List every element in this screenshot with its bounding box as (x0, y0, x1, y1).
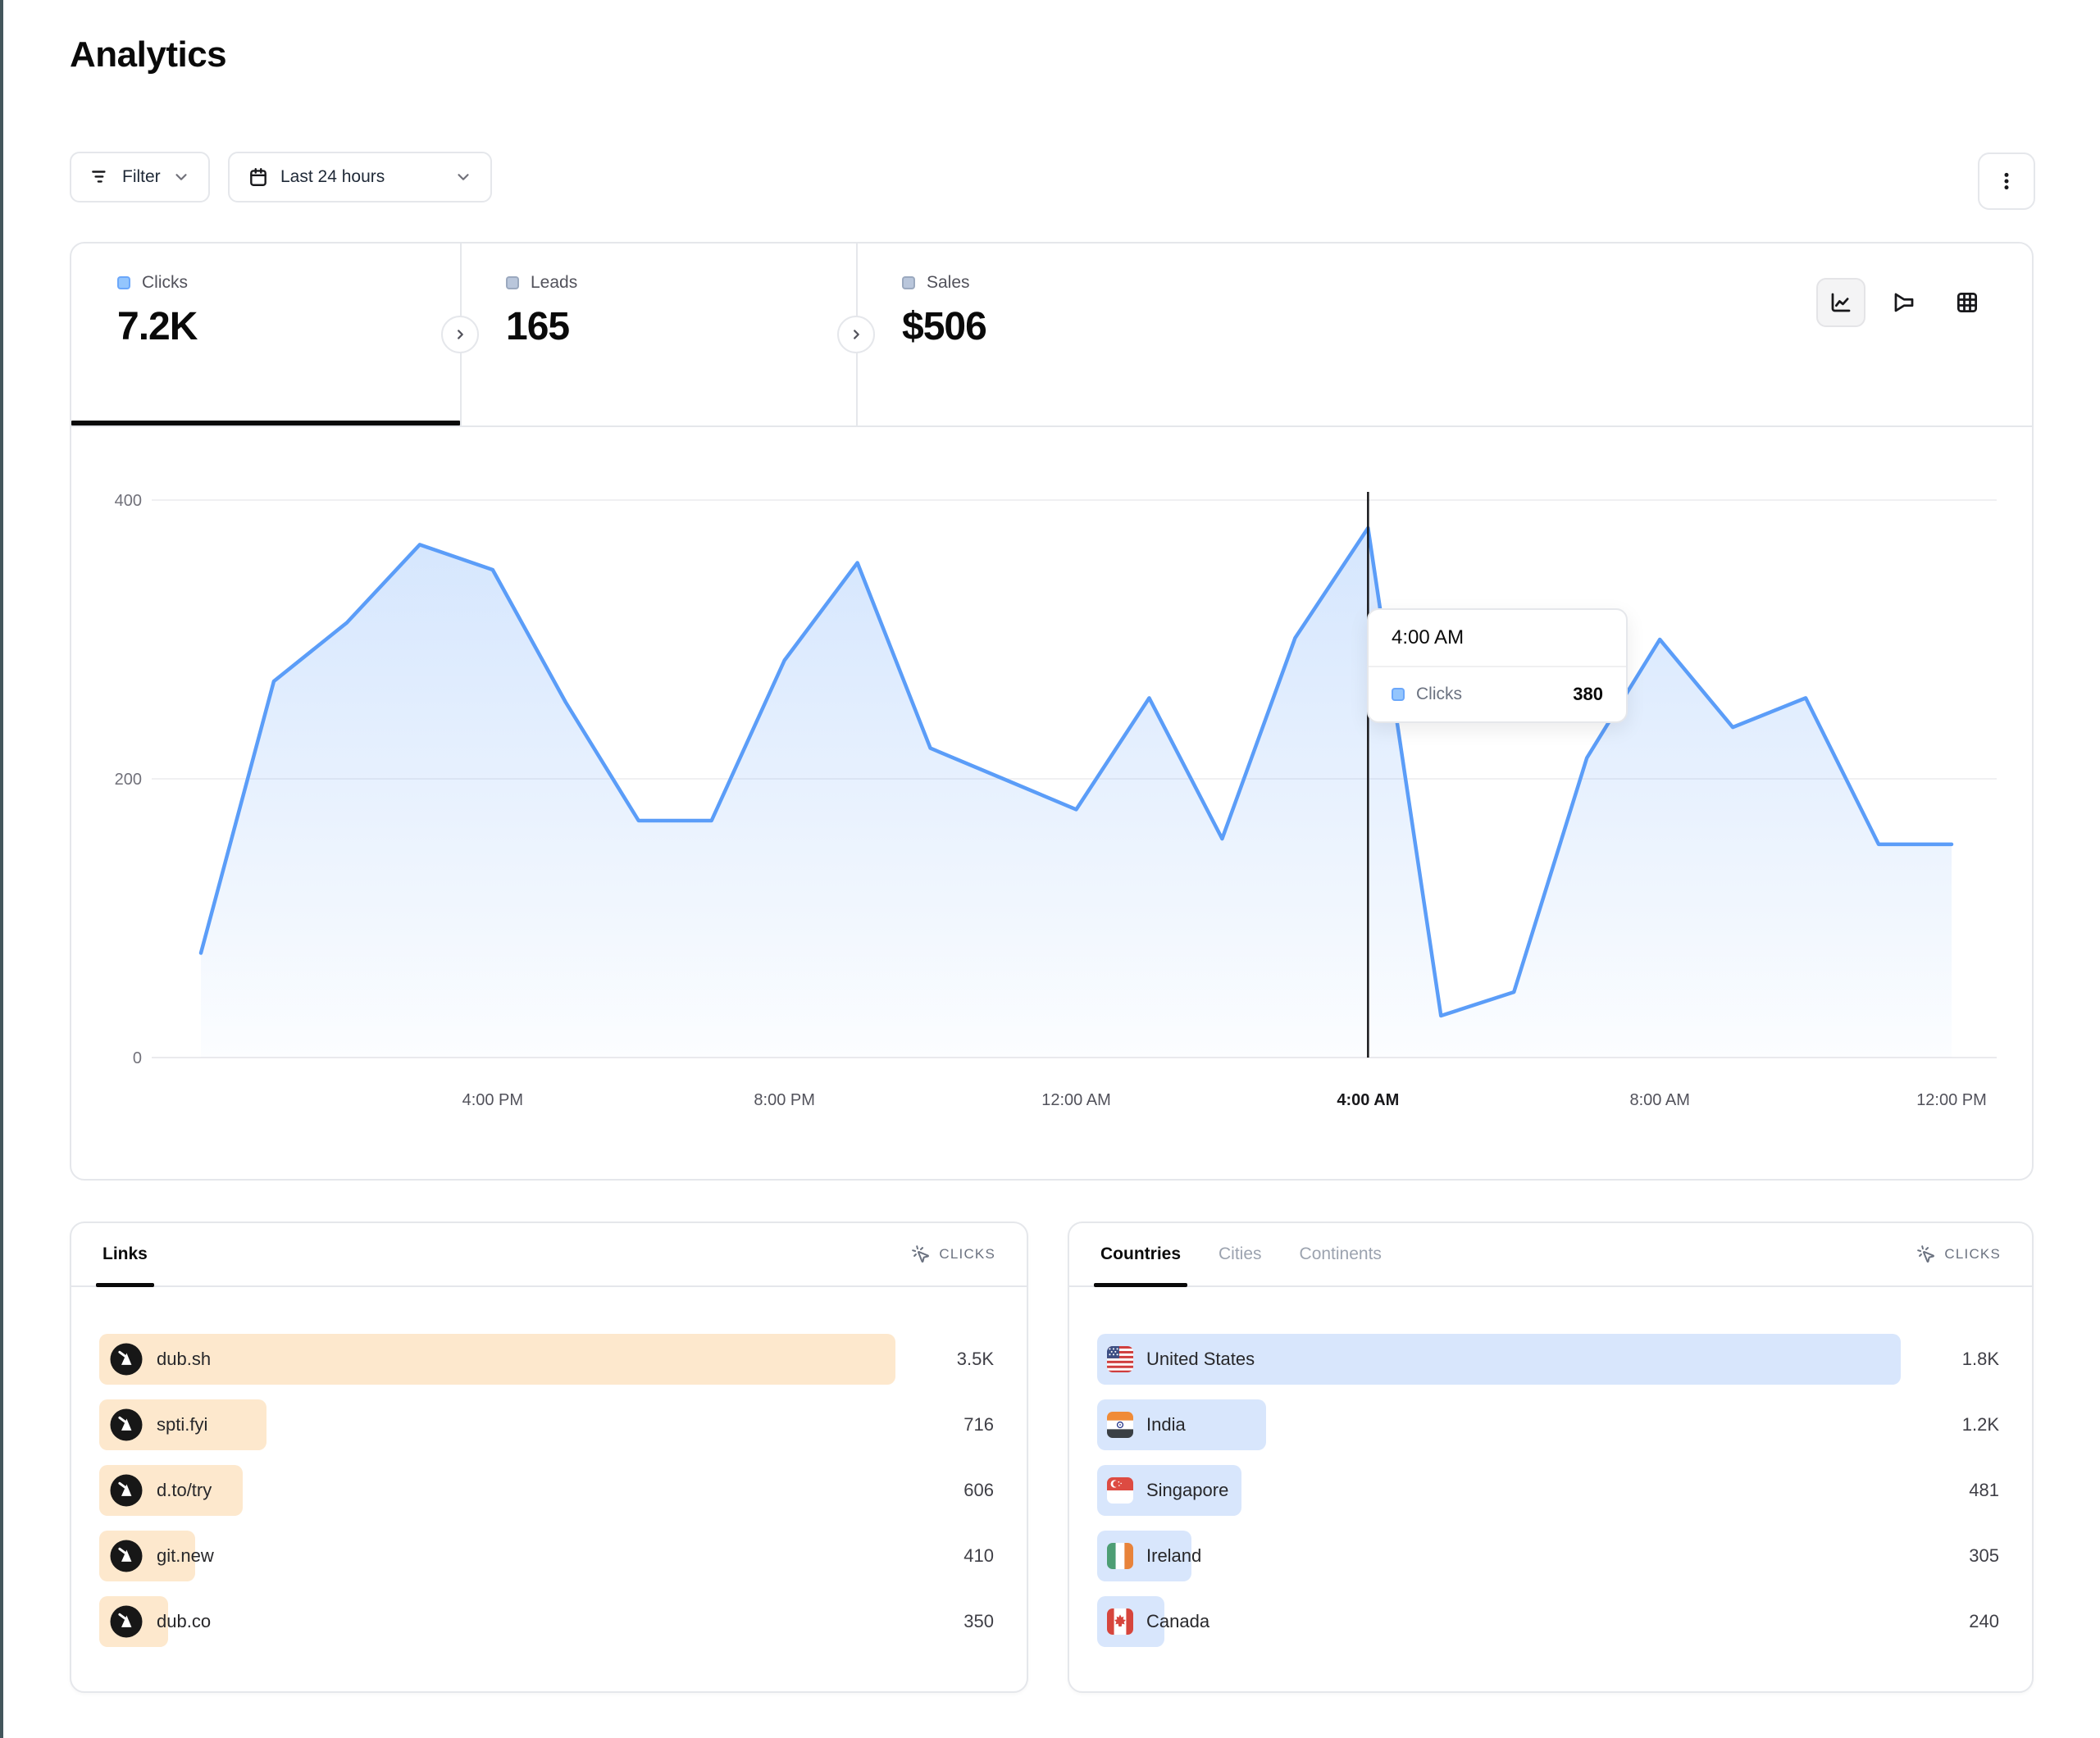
svg-text:12:00 PM: 12:00 PM (1916, 1091, 1987, 1109)
tab-countries[interactable]: Countries (1100, 1223, 1181, 1285)
filter-button[interactable]: Filter (70, 152, 210, 202)
tooltip-time: 4:00 AM (1369, 610, 1626, 667)
dub-logo (109, 1408, 143, 1442)
links-panel: Links CLICKS dub.sh 3.5K (70, 1222, 1028, 1693)
analytics-page: Analytics Filter Last 24 hours (0, 0, 2100, 1738)
metric-tab-sales[interactable]: Sales $506 (856, 243, 1266, 425)
chart-view-table-button[interactable] (1943, 278, 1992, 327)
chart-view-funnel-button[interactable] (1879, 278, 1929, 327)
tooltip-value: 380 (1573, 684, 1603, 705)
svg-text:8:00 PM: 8:00 PM (754, 1091, 814, 1109)
list-item[interactable]: git.new 410 (99, 1531, 994, 1581)
expand-leads-button[interactable] (441, 316, 479, 353)
links-metric-label: CLICKS (939, 1246, 995, 1263)
more-options-button[interactable] (1978, 152, 2035, 210)
tab-cities[interactable]: Cities (1219, 1223, 1262, 1285)
list-item[interactable]: spti.fyi 716 (99, 1399, 994, 1450)
metric-label: Leads (531, 273, 577, 293)
countries-metric-selector[interactable]: CLICKS (1916, 1244, 2001, 1264)
tab-continents[interactable]: Continents (1300, 1223, 1382, 1285)
countries-panel: Countries Cities Continents CLICKS Unite… (1068, 1222, 2034, 1693)
list-item[interactable]: dub.co 350 (99, 1596, 994, 1647)
svg-text:0: 0 (133, 1049, 142, 1067)
chart-view-line-button[interactable] (1816, 278, 1865, 327)
metric-tab-clicks[interactable]: Clicks 7.2K (71, 243, 460, 425)
cursor-click-icon (1916, 1244, 1936, 1264)
flag-in (1107, 1412, 1133, 1438)
svg-text:200: 200 (115, 771, 142, 789)
tabs-bottom-border (71, 425, 2032, 427)
table-grid-icon (1955, 290, 1979, 315)
svg-text:12:00 AM: 12:00 AM (1041, 1091, 1111, 1109)
countries-metric-label: CLICKS (1944, 1246, 2001, 1263)
flag-sg (1107, 1477, 1133, 1504)
svg-text:8:00 AM: 8:00 AM (1629, 1091, 1689, 1109)
tab-links[interactable]: Links (102, 1223, 148, 1285)
page-edge-strip (0, 0, 3, 1738)
tooltip-legend-swatch (1392, 688, 1405, 701)
metric-tab-leads[interactable]: Leads 165 (460, 243, 856, 425)
chevron-down-icon (454, 168, 472, 186)
clicks-area-chart[interactable]: 0 200 400 4:00 PM 8:00 PM 12:00 AM 4:00 AM 8:0… (70, 443, 2034, 1131)
links-metric-selector[interactable]: CLICKS (911, 1244, 995, 1264)
chart-area-fill (201, 528, 1952, 1058)
dub-logo (109, 1473, 143, 1508)
kebab-menu-icon (1996, 171, 2017, 192)
clicks-legend-swatch (117, 276, 130, 289)
chart-tooltip: 4:00 AM Clicks 380 (1367, 608, 1628, 723)
metric-value: 7.2K (117, 304, 460, 349)
metric-label: Sales (927, 273, 970, 293)
list-item[interactable]: United States 1.8K (1097, 1334, 1999, 1385)
active-metric-underline (71, 421, 460, 425)
links-row-list: dub.sh 3.5K spti.fyi 716 d.to/try 606 gi… (71, 1334, 1027, 1647)
tooltip-series-label: Clicks (1416, 685, 1561, 704)
dub-logo (109, 1539, 143, 1573)
calendar-icon (248, 166, 269, 188)
expand-sales-button[interactable] (837, 316, 875, 353)
svg-text:4:00 PM: 4:00 PM (462, 1091, 523, 1109)
page-title: Analytics (70, 34, 226, 75)
flag-us (1107, 1346, 1133, 1372)
date-range-button[interactable]: Last 24 hours (228, 152, 492, 202)
list-item[interactable]: Canada 240 (1097, 1596, 1999, 1647)
flag-ca (1107, 1608, 1133, 1635)
list-item[interactable]: dub.sh 3.5K (99, 1334, 994, 1385)
flag-ie (1107, 1543, 1133, 1569)
sales-legend-swatch (902, 276, 915, 289)
funnel-icon (1892, 290, 1916, 315)
countries-row-list: United States 1.8K India 1.2K Singapore … (1069, 1334, 2032, 1647)
filter-button-label: Filter (122, 167, 161, 187)
chart-y-axis-labels: 0 200 400 (115, 492, 142, 1067)
metric-value: 165 (506, 304, 856, 349)
metric-value: $506 (902, 304, 1266, 349)
list-item[interactable]: Singapore 481 (1097, 1465, 1999, 1516)
line-chart-icon (1829, 290, 1853, 315)
metric-label: Clicks (142, 273, 188, 293)
list-item[interactable]: d.to/try 606 (99, 1465, 994, 1516)
svg-text:4:00 AM: 4:00 AM (1337, 1091, 1399, 1109)
dub-logo (109, 1604, 143, 1639)
list-item[interactable]: India 1.2K (1097, 1399, 1999, 1450)
list-item[interactable]: Ireland 305 (1097, 1531, 1999, 1581)
date-range-label: Last 24 hours (280, 167, 385, 187)
filter-icon (89, 166, 111, 188)
dub-logo (109, 1342, 143, 1376)
chart-x-axis-labels: 4:00 PM 8:00 PM 12:00 AM 4:00 AM 8:00 AM 12:0… (462, 1091, 1987, 1109)
cursor-click-icon (911, 1244, 931, 1264)
svg-text:400: 400 (115, 492, 142, 510)
leads-legend-swatch (506, 276, 519, 289)
chevron-down-icon (172, 168, 190, 186)
